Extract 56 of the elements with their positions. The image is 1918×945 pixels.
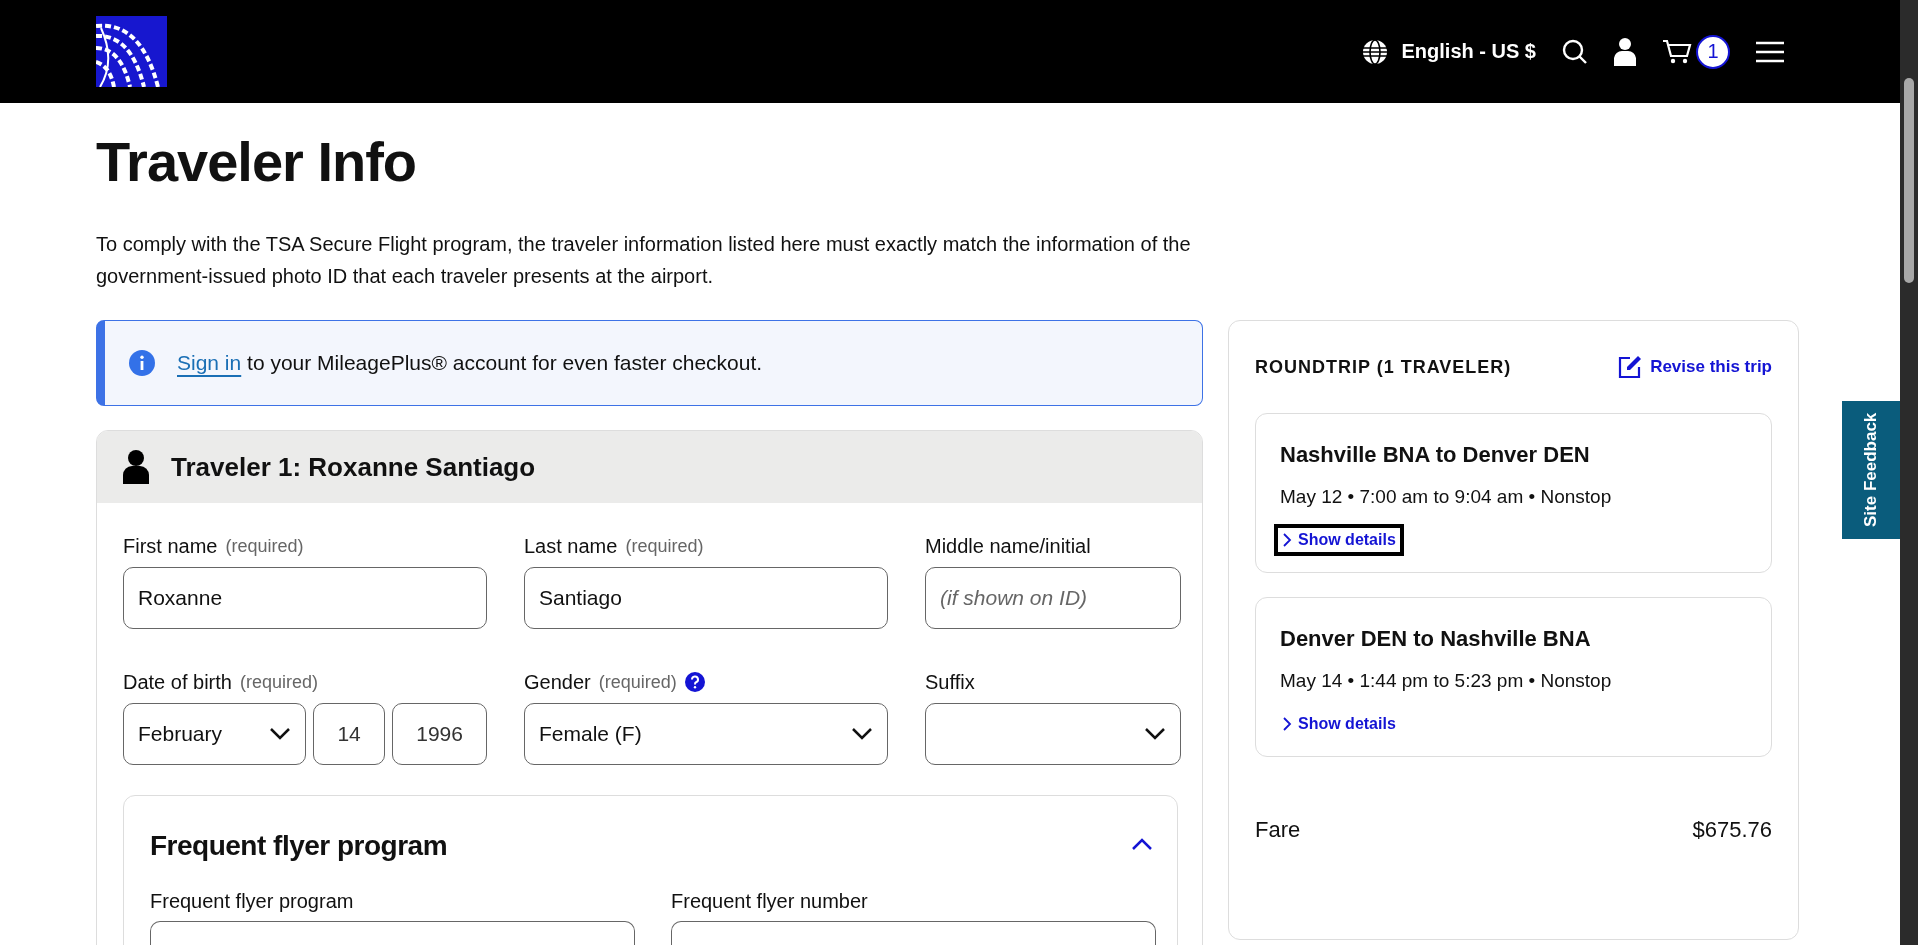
flight-details: May 14 • 1:44 pm to 5:23 pm • Nonstop xyxy=(1280,670,1612,692)
year-field[interactable]: 1996 xyxy=(392,703,487,765)
traveler-heading: Traveler 1: Roxanne Santiago xyxy=(171,451,536,483)
search-icon[interactable] xyxy=(1562,38,1588,65)
menu-icon[interactable] xyxy=(1756,40,1784,63)
text-field[interactable]: Roxanne xyxy=(123,567,487,629)
intro-text: To comply with the TSA Secure Flight program, the traveler information listed here must exactly match the information of the government-issued photo ID that each traveler presents at the airport. xyxy=(96,232,1192,289)
field-label: Frequent flyer program xyxy=(150,890,355,913)
info-icon xyxy=(129,350,155,376)
language-selector[interactable]: English - US $ xyxy=(1361,38,1536,65)
field-label: Frequent flyer number xyxy=(671,890,869,913)
required-note: (required) xyxy=(625,535,704,557)
scrollbar[interactable] xyxy=(1900,0,1918,945)
flight-details: May 12 • 7:00 am to 9:04 am • Nonstop xyxy=(1280,486,1612,508)
chevron-right-icon xyxy=(1282,533,1292,547)
text-field[interactable]: Santiago xyxy=(524,567,888,629)
dropdown-select[interactable] xyxy=(925,703,1181,765)
day-field[interactable]: 14 xyxy=(313,703,386,765)
field-label: First name xyxy=(123,534,218,558)
flight-route: Nashville BNA to Denver DEN xyxy=(1280,442,1590,468)
chevron-down-icon xyxy=(851,727,873,741)
cart-icon[interactable] xyxy=(1662,38,1692,65)
summary-heading: ROUNDTRIP (1 TRAVELER) xyxy=(1255,356,1512,378)
revise-trip-link[interactable]: Revise this trip xyxy=(1618,355,1772,379)
page-title: Traveler Info xyxy=(96,129,418,194)
edit-icon xyxy=(1618,355,1643,379)
fare-amount: $675.76 xyxy=(1692,817,1772,843)
help-icon[interactable] xyxy=(684,672,705,692)
sign-in-message: Sign in to your MileagePlus® account for even faster checkout. xyxy=(177,351,763,375)
dropdown-select[interactable]: Female (F) xyxy=(524,703,888,765)
field-label: Date of birth xyxy=(123,670,232,694)
field-label: Gender xyxy=(524,670,591,694)
sign-in-link[interactable]: Sign in xyxy=(177,351,242,374)
fare-label: Fare xyxy=(1255,817,1301,843)
chevron-up-icon xyxy=(1131,837,1153,851)
chevron-right-icon xyxy=(1282,717,1292,731)
site-feedback-tab[interactable]: Site Feedback xyxy=(1842,401,1900,539)
globe-icon xyxy=(1361,38,1388,65)
flight-route: Denver DEN to Nashville BNA xyxy=(1280,626,1591,652)
required-note: (required) xyxy=(225,535,304,557)
globe-logo[interactable] xyxy=(96,16,167,87)
user-icon[interactable] xyxy=(1614,37,1636,66)
field-label: Suffix xyxy=(925,670,975,694)
field-label: Middle name/initial xyxy=(925,534,1091,558)
required-note: (required) xyxy=(598,671,677,693)
section-title: Frequent flyer program xyxy=(150,830,448,862)
cart-count-badge: 1 xyxy=(1696,34,1730,69)
chevron-down-icon xyxy=(269,727,291,741)
required-note: (required) xyxy=(239,671,318,693)
text-field[interactable]: (if shown on ID) xyxy=(925,567,1181,629)
month-select[interactable]: February xyxy=(123,703,306,765)
field-label: Last name xyxy=(524,534,618,558)
show-details-link[interactable]: Show details xyxy=(1274,708,1404,740)
person-icon xyxy=(123,450,149,484)
show-details-link[interactable]: Show details xyxy=(1274,524,1404,556)
chevron-down-icon xyxy=(1144,727,1166,741)
